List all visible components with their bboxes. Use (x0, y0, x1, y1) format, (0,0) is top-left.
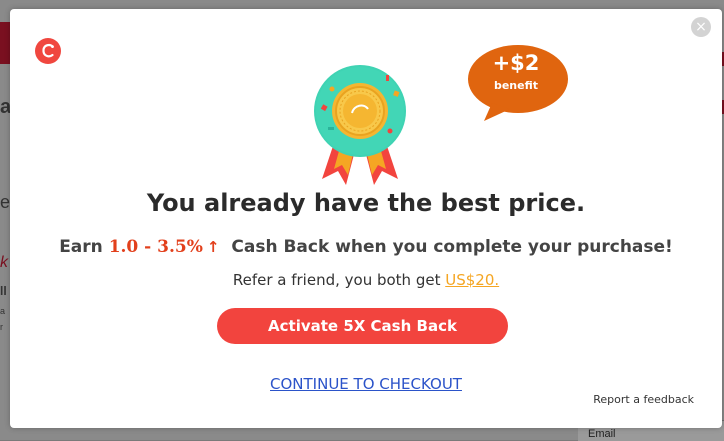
background-email-label: Email (588, 428, 616, 440)
referral-text: Refer a friend, you both get (232, 271, 441, 289)
activate-cash-back-button[interactable]: Activate 5X Cash Back (217, 308, 508, 344)
up-arrow-icon: ↑ (206, 238, 220, 256)
background-text-fragment: k (0, 254, 8, 271)
close-button[interactable]: × (691, 17, 711, 37)
background-red-block (0, 22, 10, 64)
background-text-fragment: a (0, 306, 6, 316)
background-text-fragment: e (0, 192, 11, 212)
background-text-fragment: r (0, 322, 3, 332)
cash-back-message: Earn 1.0 - 3.5% ↑ Cash Back when you comp… (10, 237, 722, 257)
earn-suffix: Cash Back when you complete your purchas… (231, 237, 673, 257)
referral-message: Refer a friend, you both get US$20. (10, 271, 722, 289)
brand-c-logo-icon (35, 38, 61, 64)
report-feedback-link[interactable]: Report a feedback (593, 393, 694, 406)
continue-to-checkout-link[interactable]: CONTINUE TO CHECKOUT (10, 375, 722, 393)
referral-amount-link[interactable]: US$20. (445, 271, 499, 289)
benefit-badge: +$2 benefit (466, 41, 576, 123)
benefit-amount: +$2 (492, 51, 540, 75)
best-price-medal-icon (314, 65, 406, 185)
background-text-fragment: ll (0, 284, 7, 298)
benefit-label: benefit (493, 79, 539, 92)
best-price-modal: × +$2 benefit You already have the best … (10, 9, 722, 428)
cash-back-rate: 1.0 - 3.5% (108, 237, 203, 257)
earn-prefix: Earn (59, 237, 103, 257)
headline: You already have the best price. (146, 189, 586, 217)
